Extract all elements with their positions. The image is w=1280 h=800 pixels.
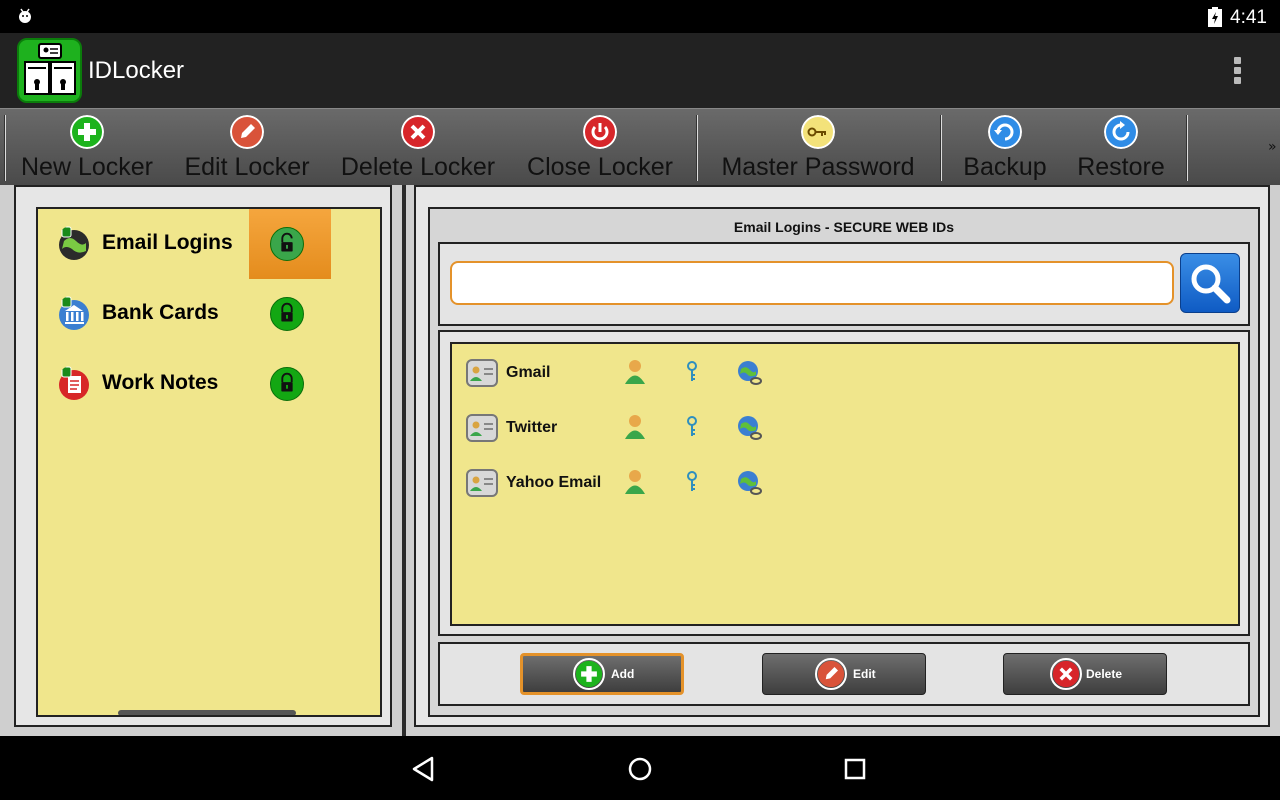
add-button[interactable]: Add: [520, 653, 684, 695]
user-icon[interactable]: [624, 414, 646, 440]
clock: 4:41: [1230, 7, 1267, 28]
detail-panel: Email Logins - SECURE WEB IDs Gmail Twit…: [414, 185, 1270, 727]
entry-name: Twitter: [506, 419, 558, 436]
search-button[interactable]: [1180, 253, 1240, 313]
detail-title: Email Logins - SECURE WEB IDs: [733, 219, 955, 235]
delete-locker-button[interactable]: Delete Locker: [338, 109, 498, 186]
key-icon[interactable]: [684, 416, 700, 438]
edit-label: Edit: [853, 667, 876, 681]
entry-name: Yahoo Email: [506, 474, 602, 491]
toolbar-separator: [4, 115, 6, 181]
locked-padlock-icon: [270, 367, 304, 401]
magnifier-icon: [1191, 264, 1231, 304]
unlock-toggle-email-logins[interactable]: [249, 209, 331, 279]
lock-toggle-work-notes[interactable]: [249, 349, 331, 419]
restore-label: Restore: [1077, 153, 1165, 181]
list-item[interactable]: Gmail: [452, 347, 1238, 397]
x-icon: [401, 115, 435, 149]
toolbar-more-button[interactable]: »: [1268, 139, 1277, 155]
home-icon[interactable]: [623, 752, 657, 786]
bank-lock-icon: [59, 296, 89, 330]
add-label: Add: [611, 667, 635, 681]
action-bar: IDLocker: [0, 33, 1280, 108]
restore-button[interactable]: Restore: [1072, 109, 1170, 186]
id-locker-logo-icon: [17, 38, 82, 103]
app-title: IDLocker: [88, 57, 185, 84]
panel-divider[interactable]: [402, 185, 406, 736]
backup-button[interactable]: Backup: [958, 109, 1052, 186]
locker-list[interactable]: Email Logins Bank Cards Work Notes: [36, 207, 382, 717]
recents-icon[interactable]: [838, 752, 872, 786]
id-list[interactable]: Gmail Twitter Yahoo Email: [450, 342, 1240, 626]
plus-icon: [70, 115, 104, 149]
delete-locker-label: Delete Locker: [340, 153, 496, 181]
backup-icon: [988, 115, 1022, 149]
list-item[interactable]: Yahoo Email: [452, 457, 1238, 507]
id-list-box: Gmail Twitter Yahoo Email: [438, 330, 1250, 636]
plus-icon: [573, 658, 605, 690]
overflow-menu-icon[interactable]: [1228, 55, 1248, 87]
locker-label: Work Notes: [102, 371, 219, 394]
locker-label: Bank Cards: [102, 301, 219, 324]
restore-icon: [1104, 115, 1138, 149]
master-password-label: Master Password: [721, 153, 915, 181]
web-link-icon[interactable]: [736, 359, 764, 387]
globe-lock-icon: [59, 226, 89, 260]
lock-toggle-bank-cards[interactable]: [249, 279, 331, 349]
locker-list-panel: Email Logins Bank Cards Work Notes: [14, 185, 392, 727]
master-password-button[interactable]: Master Password: [716, 109, 920, 186]
search-input[interactable]: [450, 261, 1174, 305]
status-bar: 4:41: [0, 0, 1280, 33]
android-debug-icon: [19, 8, 31, 23]
locker-label: Email Logins: [102, 231, 233, 254]
locker-item-work-notes[interactable]: Work Notes: [38, 349, 380, 419]
list-item[interactable]: Twitter: [452, 402, 1238, 452]
key-icon: [801, 115, 835, 149]
user-icon[interactable]: [624, 359, 646, 385]
user-icon[interactable]: [624, 469, 646, 495]
content-area: Email Logins Bank Cards Work Notes Email…: [0, 185, 1280, 736]
new-locker-label: New Locker: [21, 153, 153, 181]
edit-button[interactable]: Edit: [762, 653, 926, 695]
key-icon[interactable]: [684, 361, 700, 383]
id-card-icon: [466, 414, 498, 442]
toolbar: New Locker Edit Locker Delete Locker Clo…: [0, 108, 1280, 185]
close-locker-button[interactable]: Close Locker: [522, 109, 678, 186]
web-link-icon[interactable]: [736, 414, 764, 442]
toolbar-separator: [940, 115, 942, 181]
back-icon[interactable]: [406, 752, 440, 786]
action-button-box: Add Edit Delete: [438, 642, 1250, 706]
horizontal-scrollbar[interactable]: [118, 710, 296, 715]
toolbar-separator: [1186, 115, 1188, 181]
x-icon: [1050, 658, 1082, 690]
battery-charging-icon: [1208, 7, 1222, 27]
locked-padlock-icon: [270, 297, 304, 331]
notes-lock-icon: [59, 366, 89, 400]
search-box: [438, 242, 1250, 326]
backup-label: Backup: [963, 153, 1047, 181]
close-locker-label: Close Locker: [527, 153, 673, 181]
locker-item-email-logins[interactable]: Email Logins: [38, 209, 380, 279]
delete-label: Delete: [1086, 667, 1123, 681]
web-link-icon[interactable]: [736, 469, 764, 497]
key-icon[interactable]: [684, 471, 700, 493]
edit-locker-button[interactable]: Edit Locker: [180, 109, 314, 186]
navigation-bar: [0, 736, 1280, 800]
id-card-icon: [466, 469, 498, 497]
detail-inner: Email Logins - SECURE WEB IDs Gmail Twit…: [428, 207, 1260, 717]
locker-item-bank-cards[interactable]: Bank Cards: [38, 279, 380, 349]
pencil-icon: [230, 115, 264, 149]
power-icon: [583, 115, 617, 149]
delete-button[interactable]: Delete: [1003, 653, 1167, 695]
toolbar-separator: [696, 115, 698, 181]
new-locker-button[interactable]: New Locker: [18, 109, 156, 186]
edit-locker-label: Edit Locker: [184, 153, 310, 181]
pencil-icon: [815, 658, 847, 690]
unlocked-padlock-icon: [270, 227, 304, 261]
id-card-icon: [466, 359, 498, 387]
entry-name: Gmail: [506, 364, 551, 381]
